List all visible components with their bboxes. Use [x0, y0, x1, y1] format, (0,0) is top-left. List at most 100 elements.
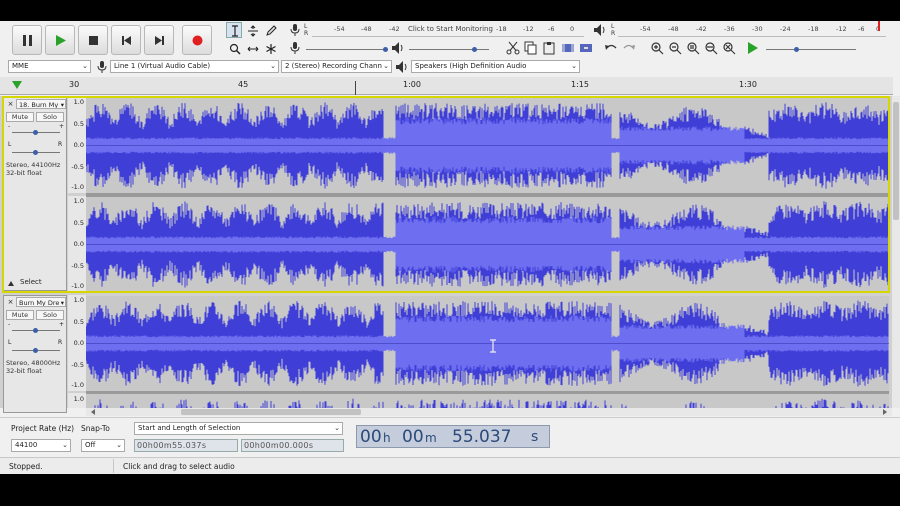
- fit-selection-button[interactable]: [685, 40, 701, 56]
- host-select[interactable]: MME ⌄: [8, 60, 91, 73]
- trim-button[interactable]: [560, 40, 576, 56]
- status-bar: Stopped. Click and drag to select audio: [0, 457, 900, 474]
- recording-volume-thumb[interactable]: [383, 47, 388, 52]
- play-speed-thumb[interactable]: [794, 47, 799, 52]
- collapse-icon[interactable]: [7, 279, 15, 287]
- microphone-icon: [290, 42, 300, 54]
- vertical-scrollbar-thumb[interactable]: [893, 102, 899, 220]
- skip-to-start-button[interactable]: [111, 25, 141, 55]
- playback-volume-thumb[interactable]: [472, 47, 477, 52]
- gain-thumb[interactable]: [33, 130, 38, 135]
- pencil-icon: [266, 25, 277, 36]
- vertical-scrollbar[interactable]: [892, 96, 900, 408]
- chevron-down-icon: ⌄: [270, 62, 276, 70]
- trim-icon: [562, 44, 574, 52]
- zoom-tool[interactable]: [226, 40, 242, 56]
- monitor-text[interactable]: Click to Start Monitoring: [408, 25, 493, 33]
- waveform-channel[interactable]: [86, 394, 889, 408]
- chevron-down-icon: ⌄: [116, 441, 122, 449]
- meter-tick: -30: [752, 25, 763, 33]
- meter-tick: -42: [389, 25, 400, 33]
- play-icon: [56, 35, 66, 46]
- zoom-in-icon: [651, 42, 664, 55]
- record-meter-button[interactable]: [287, 22, 303, 38]
- track-name-menu[interactable]: 18. Burn My ▾: [16, 99, 66, 109]
- pan-right-label: R: [58, 141, 63, 148]
- microphone-icon: [290, 24, 300, 36]
- close-track-icon[interactable]: ×: [6, 297, 15, 307]
- horizontal-scrollbar-thumb[interactable]: [181, 409, 361, 415]
- envelope-tool[interactable]: [244, 22, 260, 38]
- mute-button[interactable]: Mute: [6, 310, 34, 320]
- selection-length-time[interactable]: 00h00m00.000s: [241, 439, 344, 452]
- stop-icon: [89, 36, 98, 45]
- timeline-label: 30: [69, 80, 80, 89]
- recording-channels-select[interactable]: 2 (Stereo) Recording Chann ⌄: [281, 60, 392, 73]
- pan-left-label: L: [8, 141, 12, 148]
- zoom-out-button[interactable]: [667, 40, 683, 56]
- selection-mode-select[interactable]: Start and Length of Selection ⌄: [134, 422, 343, 435]
- snap-to-select[interactable]: Off ⌄: [81, 439, 125, 452]
- play-button[interactable]: [45, 25, 75, 55]
- audio-position-display[interactable]: 00 h 00 m 55.037 s: [356, 425, 550, 448]
- play-meter-button[interactable]: [592, 22, 608, 38]
- paste-button[interactable]: [541, 40, 557, 56]
- track-name-menu[interactable]: Burn My Dre ▾: [16, 297, 66, 307]
- pan-thumb[interactable]: [33, 150, 38, 155]
- solo-button[interactable]: Solo: [36, 112, 64, 122]
- playback-volume-slider[interactable]: [409, 49, 489, 50]
- track-format-depth: 32-bit float: [6, 367, 42, 375]
- timeline-label: 45: [238, 80, 249, 89]
- selection-start-time[interactable]: 00h00m55.037s: [134, 439, 238, 452]
- draw-tool[interactable]: [262, 22, 278, 38]
- zoom-in-button[interactable]: [649, 40, 665, 56]
- meter-tick: -42: [696, 25, 707, 33]
- pan-right-label: R: [58, 339, 63, 346]
- undo-button[interactable]: [603, 40, 619, 56]
- pan-thumb[interactable]: [33, 348, 38, 353]
- record-meter[interactable]: -54 -48 -42 Click to Start Monitoring -1…: [312, 21, 584, 37]
- waveform-channel[interactable]: [86, 197, 889, 292]
- silence-button[interactable]: [578, 40, 594, 56]
- chevron-down-icon: ⌄: [62, 441, 68, 449]
- select-track-button[interactable]: Select: [20, 278, 42, 286]
- copy-button[interactable]: [523, 40, 539, 56]
- timeline-ruler[interactable]: 30 45 1:00 1:15 1:30: [0, 77, 893, 95]
- project-rate-label: Project Rate (Hz): [11, 424, 75, 433]
- fit-project-button[interactable]: [703, 40, 719, 56]
- pause-button[interactable]: [12, 25, 42, 55]
- pause-icon: [23, 35, 32, 46]
- record-icon: [192, 35, 203, 46]
- zoom-toggle-button[interactable]: [721, 40, 737, 56]
- scroll-right-icon[interactable]: [882, 409, 888, 415]
- multi-tool[interactable]: [262, 40, 278, 56]
- asterisk-icon: [266, 44, 276, 54]
- redo-button[interactable]: [621, 40, 637, 56]
- cut-button[interactable]: [505, 40, 521, 56]
- project-rate-select[interactable]: 44100 ⌄: [11, 439, 71, 452]
- time-shift-icon: [247, 46, 259, 52]
- record-button[interactable]: [182, 25, 212, 55]
- gain-thumb[interactable]: [33, 328, 38, 333]
- skip-to-end-button[interactable]: [144, 25, 174, 55]
- scroll-left-icon[interactable]: [90, 409, 96, 415]
- gain-max-label: +: [59, 321, 65, 328]
- zoom-selection-icon: [687, 42, 700, 55]
- play-speed-slider[interactable]: [766, 49, 856, 50]
- stop-button[interactable]: [78, 25, 108, 55]
- vertical-scale: 1.0 0.5 0.0 -0.5 -1.0: [68, 295, 86, 391]
- close-track-icon[interactable]: ×: [6, 99, 15, 109]
- mute-button[interactable]: Mute: [6, 112, 34, 122]
- recording-volume-slider[interactable]: [306, 49, 388, 50]
- recording-device-select[interactable]: Line 1 (Virtual Audio Cable) ⌄: [110, 60, 279, 73]
- waveform-channel[interactable]: [86, 98, 889, 193]
- play-meter[interactable]: -54 -48 -42 -36 -30 -24 -18 -12 -6 0: [618, 21, 886, 37]
- pan-left-label: L: [8, 339, 12, 346]
- horizontal-scrollbar[interactable]: [86, 408, 892, 416]
- solo-button[interactable]: Solo: [36, 310, 64, 320]
- selection-tool[interactable]: [226, 22, 242, 38]
- time-shift-tool[interactable]: [244, 40, 260, 56]
- skip-end-icon: [155, 36, 164, 45]
- play-at-speed-button[interactable]: [745, 40, 761, 56]
- playback-device-select[interactable]: Speakers (High Definition Audio ⌄: [411, 60, 580, 73]
